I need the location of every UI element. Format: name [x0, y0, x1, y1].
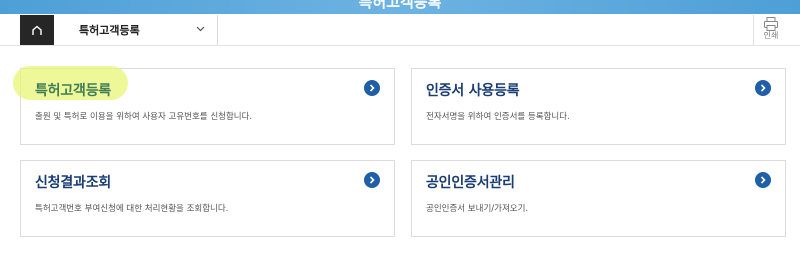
card-certificate-management[interactable]: 공인인증서관리 공인인증서 보내기/가져오기. — [411, 160, 786, 237]
card-application-result-inquiry[interactable]: 신청결과조회 특허고객번호 부여신청에 대한 처리현황을 조회합니다. — [20, 160, 395, 237]
home-icon — [32, 25, 42, 35]
arrow-right-icon[interactable] — [755, 80, 771, 96]
arrow-right-icon[interactable] — [755, 172, 771, 188]
arrow-right-icon[interactable] — [364, 172, 380, 188]
card-title: 신청결과조회 — [35, 175, 112, 191]
card-description: 전자서명을 위하여 인증서를 등록합니다. — [426, 112, 570, 122]
card-title: 공인인증서관리 — [426, 175, 515, 191]
menu-dropdown[interactable]: 특허고객등록 — [54, 15, 218, 45]
card-title: 특허고객등록 — [35, 83, 112, 99]
page-header-band: 특허고객등록 — [0, 0, 800, 14]
card-certificate-registration[interactable]: 인증서 사용등록 전자서명을 위하여 인증서를 등록합니다. — [411, 68, 786, 145]
card-description: 출원 및 특허로 이용을 위하여 사용자 고유번호를 신청합니다. — [35, 112, 253, 122]
card-description: 공인인증서 보내기/가져오기. — [426, 204, 529, 214]
card-description: 특허고객번호 부여신청에 대한 처리현황을 조회합니다. — [35, 204, 229, 214]
card-title: 인증서 사용등록 — [426, 83, 520, 99]
home-button[interactable] — [20, 15, 54, 45]
arrow-right-icon[interactable] — [364, 80, 380, 96]
printer-icon — [764, 17, 778, 31]
menu-dropdown-label: 특허고객등록 — [79, 24, 140, 37]
card-patent-customer-registration[interactable]: 특허고객등록 출원 및 특허로 이용을 위하여 사용자 고유번호를 신청합니다. — [13, 66, 395, 145]
location-bar: 특허고객등록 인쇄 — [0, 14, 800, 46]
print-label: 인쇄 — [763, 31, 779, 40]
page-header-title: 특허고객등록 — [358, 0, 442, 11]
chevron-down-icon — [196, 26, 205, 32]
nav-divider — [753, 15, 754, 45]
print-button[interactable]: 인쇄 — [758, 16, 784, 44]
